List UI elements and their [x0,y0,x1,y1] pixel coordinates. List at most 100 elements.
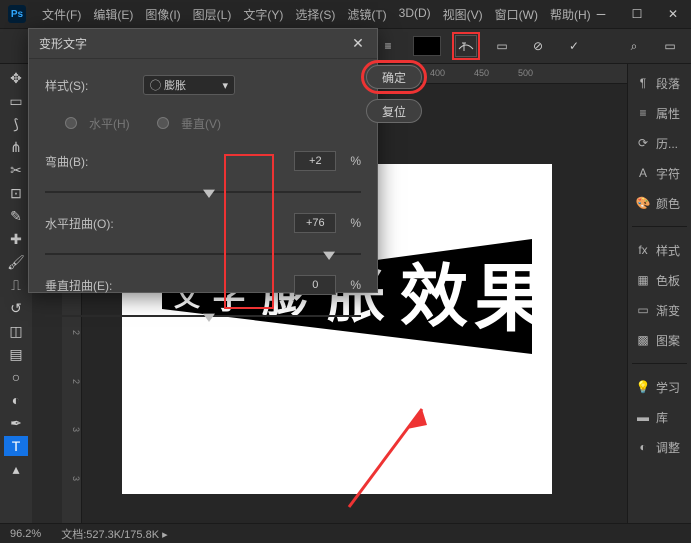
eraser-tool[interactable]: ◫ [4,321,28,341]
panel-gradients[interactable]: ▭ 渐变 [632,299,687,321]
dialog-titlebar[interactable]: 变形文字 ✕ [29,29,377,59]
dialog-close-button[interactable]: ✕ [349,35,367,53]
text-color-swatch[interactable] [413,36,441,56]
panel-styles[interactable]: fx 样式 [632,239,687,261]
window-controls: ─ ☐ ✕ [583,0,691,28]
menu-layer[interactable]: 图层(L) [187,4,238,24]
percent-label: % [350,216,361,230]
warp-text-button[interactable] [455,35,477,57]
panel-label: 色板 [656,272,680,289]
menu-edit[interactable]: 编辑(E) [87,4,139,24]
wand-tool[interactable]: ⋔ [4,137,28,157]
panel-label: 库 [656,409,668,426]
panel-label: 学习 [656,379,680,396]
panel-divider [632,226,687,227]
panel-character[interactable]: A字符 [632,162,687,184]
history-icon: ⟳ [636,136,650,150]
panel-patterns[interactable]: ▩图案 [632,329,687,351]
bend-slider[interactable] [45,185,361,199]
hdist-input[interactable] [294,213,336,233]
pattern-icon: ▩ [636,333,650,347]
hdist-slider[interactable] [45,247,361,261]
panel-label: 渐变 [656,302,680,319]
ruler-tick: 500 [518,64,562,83]
panel-divider [632,363,687,364]
menu-3d[interactable]: 3D(D) [393,4,437,24]
vdist-label: 垂直扭曲(E): [45,277,135,294]
panel-color[interactable]: 🎨颜色 [632,192,687,214]
ok-button[interactable]: 确定 [366,65,422,89]
chevron-right-icon[interactable]: ▸ [162,529,168,541]
menu-filter[interactable]: 滤镜(T) [341,4,392,24]
panel-history[interactable]: ⟳ 历... [632,132,687,154]
vdist-input[interactable] [294,275,336,295]
frame-tool[interactable]: ⊡ [4,183,28,203]
panel-learn[interactable]: 💡 学习 [632,376,687,398]
panel-swatches[interactable]: ▦色板 [632,269,687,291]
lasso-tool[interactable]: ⟆ [4,114,28,134]
warp-text-dialog: 变形文字 ✕ 样式(S): ◯ 膨胀 ▾ 水平(H) 垂直(V) 弯曲(B): … [28,28,378,293]
eyedropper-tool[interactable]: ✎ [4,206,28,226]
ruler-tick: 450 [474,64,518,83]
hdist-label: 水平扭曲(O): [45,215,135,232]
pen-tool[interactable]: ✒ [4,413,28,433]
menu-select[interactable]: 选择(S) [289,4,341,24]
zoom-level[interactable]: 96.2% [10,528,41,540]
align-right-icon[interactable]: ≡ [377,35,399,57]
heal-tool[interactable]: ✚ [4,229,28,249]
cancel-icon[interactable]: ⊘ [527,35,549,57]
menu-type[interactable]: 文字(Y) [237,4,289,24]
brush-tool[interactable]: 🖌 [4,252,28,272]
panel-label: 样式 [656,242,680,259]
workspace-icon[interactable]: ▭ [659,35,681,57]
panel-libraries[interactable]: ▬库 [632,406,687,428]
reset-button[interactable]: 复位 [366,99,422,123]
radio-horizontal[interactable] [65,117,77,129]
bulb-icon: 💡 [636,380,650,394]
path-select-tool[interactable]: ▴ [4,459,28,479]
close-button[interactable]: ✕ [655,0,691,28]
menu-window[interactable]: 窗口(W) [489,4,544,24]
vdist-slider[interactable] [45,309,361,323]
marquee-tool[interactable]: ▭ [4,91,28,111]
radio-vertical[interactable] [157,117,169,129]
panels-icon[interactable]: ▭ [491,35,513,57]
doc-info: 文档:527.3K/175.8K ▸ [61,526,167,542]
ruler-tick: 400 [430,64,474,83]
minimize-button[interactable]: ─ [583,0,619,28]
annotation-arrow [337,399,457,519]
fx-icon: fx [636,243,650,257]
menu-view[interactable]: 视图(V) [437,4,489,24]
bend-input[interactable] [294,151,336,171]
menu-image[interactable]: 图像(I) [139,4,186,24]
panel-label: 历... [656,135,678,152]
style-value: 膨胀 [164,80,186,92]
search-icon[interactable]: ⌕ [623,35,645,57]
dodge-tool[interactable]: ◐ [4,390,28,410]
commit-icon[interactable]: ✓ [563,35,585,57]
style-select[interactable]: ◯ 膨胀 ▾ [143,75,235,95]
panel-adjustments[interactable]: ◐调整 [632,436,687,458]
panel-label: 属性 [656,105,680,122]
panel-label: 调整 [656,439,680,456]
radio-h-label: 水平(H) [89,115,149,132]
type-tool[interactable]: T [4,436,28,456]
style-label: 样式(S): [45,77,135,94]
percent-label: % [350,154,361,168]
gradient-tool[interactable]: ▤ [4,344,28,364]
gradient-icon: ▭ [636,303,650,317]
history-brush-tool[interactable]: ↺ [4,298,28,318]
statusbar: 96.2% 文档:527.3K/175.8K ▸ [0,523,691,543]
menubar: 文件(F) 编辑(E) 图像(I) 图层(L) 文字(Y) 选择(S) 滤镜(T… [36,4,597,24]
crop-tool[interactable]: ✂ [4,160,28,180]
palette-icon: 🎨 [636,196,650,210]
blur-tool[interactable]: ○ [4,367,28,387]
maximize-button[interactable]: ☐ [619,0,655,28]
panel-properties[interactable]: ≡属性 [632,102,687,124]
panel-paragraph[interactable]: ¶段落 [632,72,687,94]
stamp-tool[interactable]: ⎍ [4,275,28,295]
app-logo: Ps [8,5,26,23]
radio-v-label: 垂直(V) [181,115,241,132]
menu-file[interactable]: 文件(F) [36,4,87,24]
move-tool[interactable]: ✥ [4,68,28,88]
